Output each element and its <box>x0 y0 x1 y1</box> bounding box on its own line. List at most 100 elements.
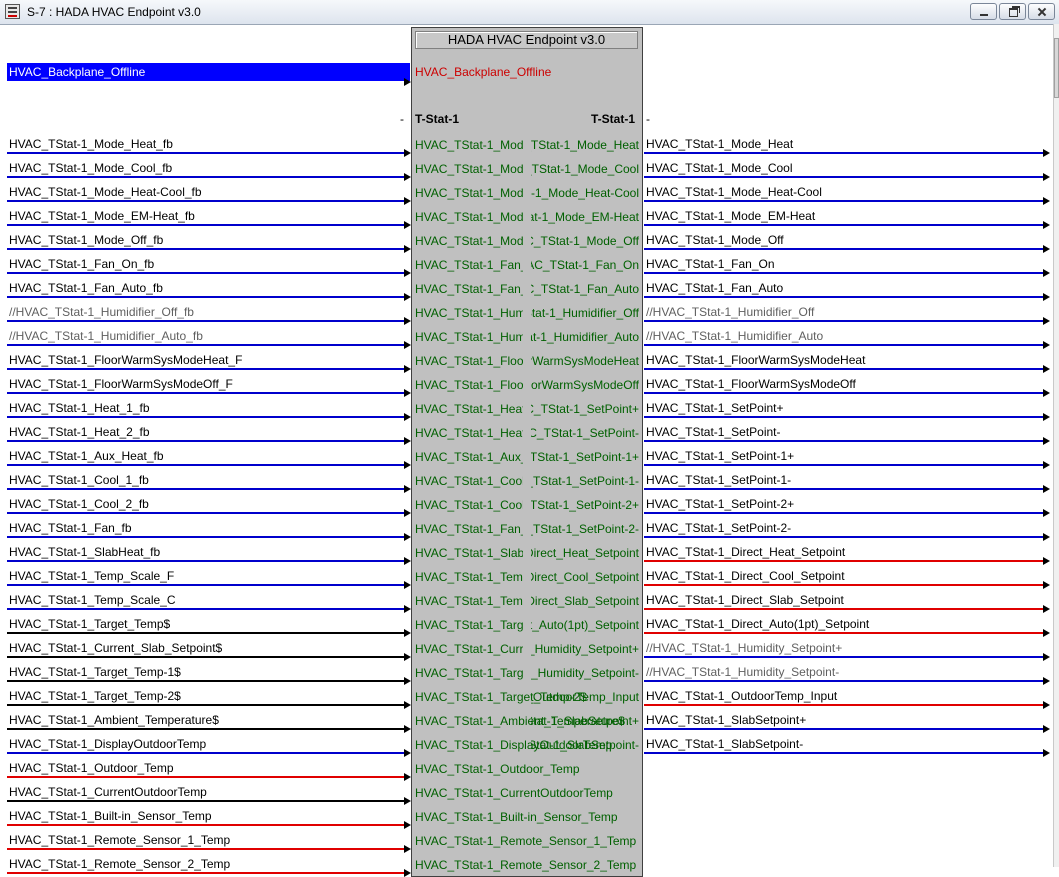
input-signal-label[interactable]: //HVAC_TStat-1_Humidifier_Off_fb <box>9 305 194 319</box>
output-signal-line[interactable] <box>644 584 1045 586</box>
output-signal-label[interactable]: HVAC_TStat-1_SetPoint-2- <box>646 521 791 535</box>
input-signal-line[interactable] <box>7 512 406 514</box>
output-signal-line[interactable] <box>644 704 1045 706</box>
input-signal-label[interactable]: HVAC_TStat-1_Cool_1_fb <box>9 473 149 487</box>
input-signal-line[interactable] <box>7 344 406 346</box>
input-signal-label[interactable]: HVAC_TStat-1_Temp_Scale_C <box>9 593 176 607</box>
scrollbar-thumb[interactable] <box>1054 38 1059 98</box>
input-signal-label[interactable]: HVAC_TStat-1_Target_Temp-1$ <box>9 665 181 679</box>
output-signal-line[interactable] <box>644 440 1045 442</box>
input-signal-line[interactable] <box>7 728 406 730</box>
output-signal-line[interactable] <box>644 248 1045 250</box>
output-signal-label[interactable]: HVAC_TStat-1_SetPoint-1+ <box>646 449 794 463</box>
input-signal-label[interactable]: HVAC_TStat-1_Cool_2_fb <box>9 497 149 511</box>
input-signal-label[interactable]: HVAC_TStat-1_Mode_Heat_fb <box>9 137 173 151</box>
output-signal-line[interactable] <box>644 272 1045 274</box>
input-signal-label[interactable]: //HVAC_TStat-1_Humidifier_Auto_fb <box>9 329 203 343</box>
input-signal-label[interactable]: HVAC_TStat-1_Current_Slab_Setpoint$ <box>9 641 222 655</box>
output-signal-label[interactable]: HVAC_TStat-1_FloorWarmSysModeOff <box>646 377 856 391</box>
output-signal-line[interactable] <box>644 200 1045 202</box>
input-signal-label[interactable]: HVAC_TStat-1_Remote_Sensor_1_Temp <box>9 833 230 847</box>
input-signal-line[interactable] <box>7 368 406 370</box>
input-signal-line[interactable] <box>7 296 406 298</box>
output-signal-line[interactable] <box>644 296 1045 298</box>
input-signal-line[interactable] <box>7 488 406 490</box>
input-signal-label[interactable]: HVAC_TStat-1_SlabHeat_fb <box>9 545 160 559</box>
output-signal-line[interactable] <box>644 728 1045 730</box>
input-signal-line[interactable] <box>7 632 406 634</box>
input-signal-line[interactable] <box>7 704 406 706</box>
output-signal-line[interactable] <box>644 176 1045 178</box>
input-signal-line[interactable] <box>7 776 406 778</box>
output-signal-line[interactable] <box>644 152 1045 154</box>
output-signal-label[interactable]: HVAC_TStat-1_Mode_Cool <box>646 161 793 175</box>
input-signal-label[interactable]: HVAC_TStat-1_Mode_Heat-Cool_fb <box>9 185 202 199</box>
output-signal-label[interactable]: //HVAC_TStat-1_Humidifier_Auto <box>646 329 823 343</box>
output-signal-label[interactable]: HVAC_TStat-1_Mode_Heat <box>646 137 793 151</box>
output-signal-line[interactable] <box>644 416 1045 418</box>
output-signal-label[interactable]: HVAC_TStat-1_SetPoint-2+ <box>646 497 794 511</box>
input-signal-line[interactable] <box>7 608 406 610</box>
output-signal-line[interactable] <box>644 464 1045 466</box>
input-signal-label[interactable]: HVAC_TStat-1_FloorWarmSysModeHeat_F <box>9 353 242 367</box>
output-signal-line[interactable] <box>644 752 1045 754</box>
input-signal-label[interactable]: HVAC_TStat-1_Remote_Sensor_2_Temp <box>9 857 230 871</box>
output-signal-label[interactable]: //HVAC_TStat-1_Humidity_Setpoint+ <box>646 641 842 655</box>
input-signal-label[interactable]: HVAC_TStat-1_Mode_EM-Heat_fb <box>9 209 195 223</box>
output-signal-label[interactable]: HVAC_TStat-1_SlabSetpoint- <box>646 737 803 751</box>
output-signal-label[interactable]: HVAC_TStat-1_SetPoint-1- <box>646 473 791 487</box>
input-signal-line[interactable] <box>7 320 406 322</box>
output-signal-line[interactable] <box>644 536 1045 538</box>
input-signal-label[interactable]: HVAC_TStat-1_Built-in_Sensor_Temp <box>9 809 212 823</box>
input-signal-line[interactable] <box>7 824 406 826</box>
input-signal-label[interactable]: HVAC_TStat-1_Heat_2_fb <box>9 425 150 439</box>
input-signal-line[interactable] <box>7 272 406 274</box>
input-signal-line[interactable] <box>7 560 406 562</box>
output-signal-label[interactable]: HVAC_TStat-1_Fan_Auto <box>646 281 783 295</box>
output-signal-label[interactable]: HVAC_TStat-1_Mode_Heat-Cool <box>646 185 822 199</box>
maximize-button[interactable] <box>999 3 1026 20</box>
input-signal-line[interactable] <box>7 872 406 874</box>
output-signal-line[interactable] <box>644 560 1045 562</box>
input-signal-label[interactable]: HVAC_TStat-1_Fan_On_fb <box>9 257 154 271</box>
input-signal-line[interactable] <box>7 536 406 538</box>
output-signal-line[interactable] <box>644 656 1045 658</box>
input-signal-label[interactable]: HVAC_TStat-1_Mode_Off_fb <box>9 233 163 247</box>
output-signal-label[interactable]: HVAC_TStat-1_Direct_Auto(1pt)_Setpoint <box>646 617 869 631</box>
input-signal-label[interactable]: HVAC_TStat-1_Ambient_Temperature$ <box>9 713 219 727</box>
output-signal-line[interactable] <box>644 344 1045 346</box>
input-signal-line[interactable] <box>7 224 406 226</box>
output-signal-label[interactable]: //HVAC_TStat-1_Humidity_Setpoint- <box>646 665 839 679</box>
input-signal-line[interactable] <box>7 800 406 802</box>
close-button[interactable] <box>1028 3 1055 20</box>
input-signal-label[interactable]: HVAC_TStat-1_Temp_Scale_F <box>9 569 174 583</box>
output-signal-label[interactable]: HVAC_TStat-1_Direct_Cool_Setpoint <box>646 569 845 583</box>
input-signal-label[interactable]: HVAC_TStat-1_Outdoor_Temp <box>9 761 174 775</box>
input-signal-line[interactable] <box>7 176 406 178</box>
output-signal-line[interactable] <box>644 320 1045 322</box>
output-signal-label[interactable]: HVAC_TStat-1_SlabSetpoint+ <box>646 713 806 727</box>
input-signal-line[interactable] <box>7 200 406 202</box>
input-signal-label[interactable]: HVAC_TStat-1_Fan_fb <box>9 521 132 535</box>
output-signal-line[interactable] <box>644 632 1045 634</box>
output-signal-label[interactable]: HVAC_TStat-1_Fan_On <box>646 257 775 271</box>
input-signal-line[interactable] <box>7 392 406 394</box>
input-signal-line[interactable] <box>7 680 406 682</box>
output-signal-label[interactable]: HVAC_TStat-1_Direct_Slab_Setpoint <box>646 593 844 607</box>
vertical-scrollbar[interactable] <box>1053 24 1059 867</box>
input-signal-label[interactable]: HVAC_TStat-1_Target_Temp-2$ <box>9 689 181 703</box>
input-signal-line[interactable] <box>7 248 406 250</box>
input-signal-label[interactable]: HVAC_TStat-1_FloorWarmSysModeOff_F <box>9 377 233 391</box>
output-signal-line[interactable] <box>644 608 1045 610</box>
minimize-button[interactable] <box>970 3 997 20</box>
input-signal-label[interactable]: HVAC_TStat-1_Mode_Cool_fb <box>9 161 172 175</box>
input-signal-label[interactable]: HVAC_TStat-1_Target_Temp$ <box>9 617 170 631</box>
output-signal-label[interactable]: HVAC_TStat-1_OutdoorTemp_Input <box>646 689 837 703</box>
input-signal-label[interactable]: HVAC_TStat-1_DisplayOutdoorTemp <box>9 737 206 751</box>
output-signal-line[interactable] <box>644 368 1045 370</box>
input-signal-label[interactable]: HVAC_TStat-1_Heat_1_fb <box>9 401 150 415</box>
output-signal-line[interactable] <box>644 680 1045 682</box>
output-signal-label[interactable]: HVAC_TStat-1_Mode_Off <box>646 233 784 247</box>
input-signal-line[interactable] <box>7 416 406 418</box>
input-signal-label[interactable]: HVAC_TStat-1_CurrentOutdoorTemp <box>9 785 207 799</box>
